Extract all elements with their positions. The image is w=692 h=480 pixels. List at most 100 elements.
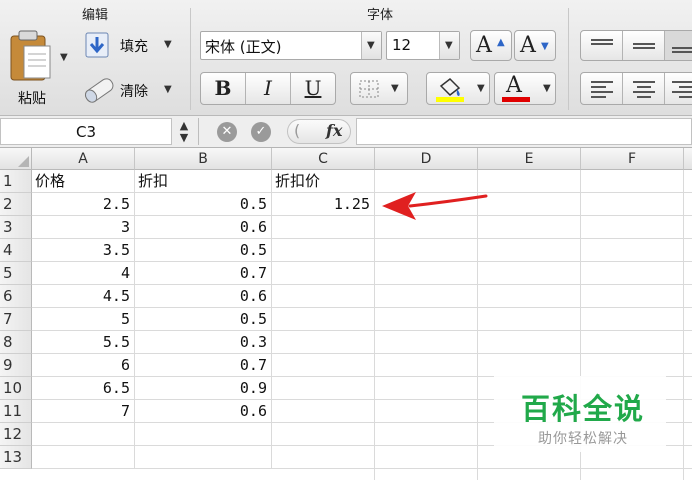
row-header-13[interactable]: 13 <box>0 446 32 469</box>
watermark-subtitle: 助你轻松解决 <box>538 431 628 447</box>
bold-button[interactable]: B <box>201 73 246 104</box>
formula-input[interactable] <box>356 118 692 145</box>
cell-a11[interactable]: 7 <box>32 400 135 423</box>
cell-c5[interactable] <box>272 262 375 285</box>
chevron-down-icon[interactable]: ▼ <box>391 83 399 94</box>
cell-b1[interactable]: 折扣 <box>135 170 272 193</box>
clear-button[interactable]: 清除 ▼ <box>80 74 180 106</box>
cell-a4[interactable]: 3.5 <box>32 239 135 262</box>
cell-c12[interactable] <box>272 423 375 446</box>
cell-c11[interactable] <box>272 400 375 423</box>
align-left-button[interactable] <box>581 73 623 104</box>
row-header-9[interactable]: 9 <box>0 354 32 377</box>
cell-b9[interactable]: 0.7 <box>135 354 272 377</box>
triangle-icon <box>18 156 29 167</box>
cell-c6[interactable] <box>272 285 375 308</box>
fill-button[interactable]: 填充 ▼ <box>80 30 180 60</box>
cancel-icon[interactable]: ✕ <box>217 122 237 142</box>
cell-b4[interactable]: 0.5 <box>135 239 272 262</box>
chevron-down-icon: ▼ <box>445 40 453 51</box>
cell-a10[interactable]: 6.5 <box>32 377 135 400</box>
borders-button[interactable]: ▼ <box>350 72 408 105</box>
font-name-dropdown[interactable]: ▼ <box>361 32 381 59</box>
arrow-up-icon: ▲ <box>497 37 505 48</box>
font-size-dropdown[interactable]: ▼ <box>439 32 459 59</box>
cell-c13[interactable] <box>272 446 375 469</box>
font-name-select[interactable]: 宋体 (正文) ▼ <box>200 31 382 60</box>
fill-down-icon <box>85 32 109 58</box>
name-box-value: C3 <box>75 123 97 141</box>
column-header-d[interactable]: D <box>375 148 478 170</box>
row-header-5[interactable]: 5 <box>0 262 32 285</box>
cell-a7[interactable]: 5 <box>32 308 135 331</box>
align-bottom-button[interactable] <box>665 31 692 60</box>
column-header-e[interactable]: E <box>478 148 581 170</box>
cell-b10[interactable]: 0.9 <box>135 377 272 400</box>
cell-b11[interactable]: 0.6 <box>135 400 272 423</box>
column-header-f[interactable]: F <box>581 148 684 170</box>
cell-a6[interactable]: 4.5 <box>32 285 135 308</box>
cell-b7[interactable]: 0.5 <box>135 308 272 331</box>
insert-function-button[interactable]: ( fx <box>287 119 351 144</box>
cell-a12[interactable] <box>32 423 135 446</box>
align-top-button[interactable] <box>581 31 623 60</box>
cell-b6[interactable]: 0.6 <box>135 285 272 308</box>
cell-a5[interactable]: 4 <box>32 262 135 285</box>
column-header-c[interactable]: C <box>272 148 375 170</box>
cell-b8[interactable]: 0.3 <box>135 331 272 354</box>
fill-dropdown-icon[interactable]: ▼ <box>164 39 172 50</box>
align-middle-button[interactable] <box>623 31 665 60</box>
cell-a9[interactable]: 6 <box>32 354 135 377</box>
fill-color-button[interactable]: ▼ <box>426 72 490 105</box>
cell-a3[interactable]: 3 <box>32 216 135 239</box>
cell-a13[interactable] <box>32 446 135 469</box>
name-box-stepper[interactable]: ▲ ▼ <box>174 120 194 144</box>
column-header-g[interactable] <box>684 148 692 170</box>
font-color-button[interactable]: A ▼ <box>494 72 556 105</box>
cell-b3[interactable]: 0.6 <box>135 216 272 239</box>
paste-dropdown-icon[interactable]: ▼ <box>60 52 68 63</box>
select-all-corner[interactable] <box>0 148 32 170</box>
font-size-select[interactable]: 12 ▼ <box>386 31 460 60</box>
cell-b5[interactable]: 0.7 <box>135 262 272 285</box>
row-header-11[interactable]: 11 <box>0 400 32 423</box>
chevron-down-icon[interactable]: ▼ <box>477 83 485 94</box>
cell-b13[interactable] <box>135 446 272 469</box>
row-header-8[interactable]: 8 <box>0 331 32 354</box>
increase-font-size-button[interactable]: A ▲ <box>470 30 512 61</box>
cell-a1[interactable]: 价格 <box>32 170 135 193</box>
underline-button[interactable]: U <box>291 73 335 104</box>
paste-button[interactable]: ▼ 粘贴 <box>4 28 72 110</box>
column-header-b[interactable]: B <box>135 148 272 170</box>
row-header-1[interactable]: 1 <box>0 170 32 193</box>
italic-button[interactable]: I <box>246 73 291 104</box>
cell-c8[interactable] <box>272 331 375 354</box>
cell-a8[interactable]: 5.5 <box>32 331 135 354</box>
confirm-icon[interactable]: ✓ <box>251 122 271 142</box>
cell-c2[interactable]: 1.25 <box>272 193 375 216</box>
decrease-font-size-button[interactable]: A ▼ <box>514 30 556 61</box>
cell-c4[interactable] <box>272 239 375 262</box>
row-header-3[interactable]: 3 <box>0 216 32 239</box>
row-header-7[interactable]: 7 <box>0 308 32 331</box>
cell-c1[interactable]: 折扣价 <box>272 170 375 193</box>
chevron-down-icon[interactable]: ▼ <box>543 83 551 94</box>
align-center-button[interactable] <box>623 73 665 104</box>
row-header-6[interactable]: 6 <box>0 285 32 308</box>
cell-b12[interactable] <box>135 423 272 446</box>
row-header-10[interactable]: 10 <box>0 377 32 400</box>
cell-c7[interactable] <box>272 308 375 331</box>
column-header-a[interactable]: A <box>32 148 135 170</box>
cell-b2[interactable]: 0.5 <box>135 193 272 216</box>
cell-c10[interactable] <box>272 377 375 400</box>
name-box[interactable]: C3 <box>0 118 172 145</box>
row-header-4[interactable]: 4 <box>0 239 32 262</box>
cell-c3[interactable] <box>272 216 375 239</box>
align-top-icon <box>591 39 613 45</box>
row-header-12[interactable]: 12 <box>0 423 32 446</box>
cell-c9[interactable] <box>272 354 375 377</box>
cell-a2[interactable]: 2.5 <box>32 193 135 216</box>
align-right-button[interactable] <box>665 73 692 104</box>
row-header-2[interactable]: 2 <box>0 193 32 216</box>
clear-dropdown-icon[interactable]: ▼ <box>164 84 172 95</box>
